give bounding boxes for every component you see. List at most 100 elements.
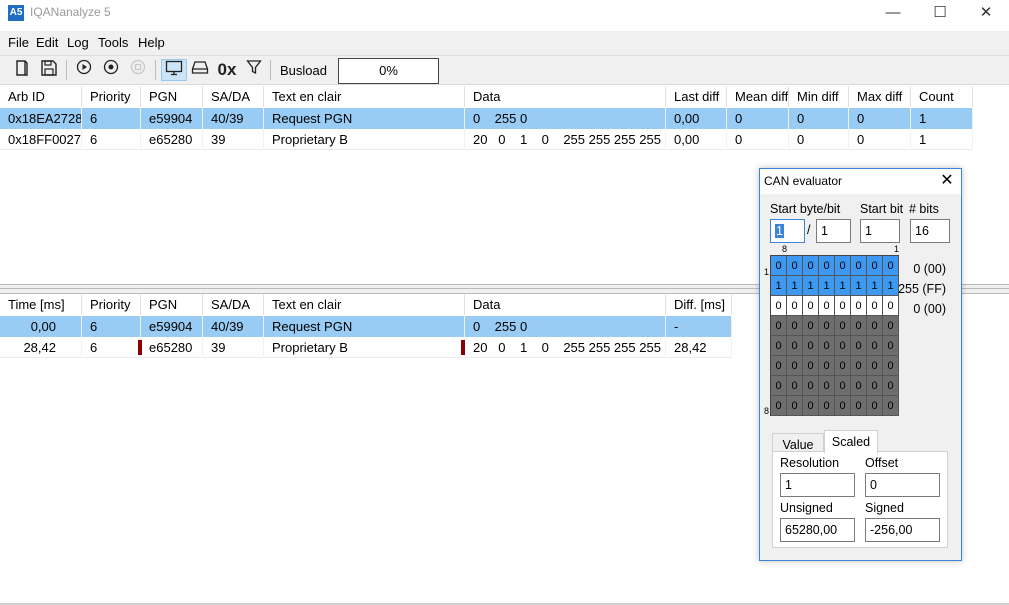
dialog-title-bar[interactable]: CAN evaluator ✕ — [760, 169, 961, 194]
bit-cell[interactable]: 1 — [771, 276, 787, 296]
bit-cell[interactable]: 0 — [819, 316, 835, 336]
save-log-icon[interactable] — [38, 59, 60, 81]
bit-cell[interactable]: 0 — [771, 316, 787, 336]
column-header[interactable]: Last diff — [666, 86, 727, 107]
bit-cell[interactable]: 0 — [851, 256, 867, 276]
menu-help[interactable]: Help — [138, 35, 165, 50]
table-row[interactable]: 0x18EA2728 6 e59904 40/39 Request PGN 0 … — [0, 108, 973, 129]
start-bit-input[interactable]: 1 — [860, 219, 900, 243]
bit-cell[interactable]: 0 — [771, 396, 787, 416]
hex-icon[interactable]: 0x — [214, 59, 240, 81]
bit-cell[interactable]: 0 — [835, 296, 851, 316]
bit-cell[interactable]: 1 — [835, 276, 851, 296]
bit-cell[interactable]: 0 — [867, 356, 883, 376]
bit-cell[interactable]: 0 — [787, 356, 803, 376]
bit-cell[interactable]: 0 — [819, 256, 835, 276]
column-header[interactable]: Diff. [ms] — [666, 294, 732, 315]
bit-cell[interactable]: 0 — [803, 336, 819, 356]
bit-cell[interactable]: 0 — [883, 376, 899, 396]
column-header[interactable]: Min diff — [789, 86, 849, 107]
bit-cell[interactable]: 0 — [771, 376, 787, 396]
bit-cell[interactable]: 0 — [835, 336, 851, 356]
bit-cell[interactable]: 0 — [819, 356, 835, 376]
bit-cell[interactable]: 0 — [771, 356, 787, 376]
bit-cell[interactable]: 0 — [787, 296, 803, 316]
column-header[interactable]: SA/DA — [203, 294, 264, 315]
bit-cell[interactable]: 0 — [803, 296, 819, 316]
column-header[interactable]: Priority — [82, 294, 141, 315]
bit-cell[interactable]: 0 — [883, 356, 899, 376]
drive-icon[interactable] — [189, 59, 211, 81]
bit-cell[interactable]: 0 — [867, 316, 883, 336]
bit-cell[interactable]: 0 — [883, 396, 899, 416]
bit-cell[interactable]: 0 — [819, 296, 835, 316]
bit-cell[interactable]: 0 — [867, 256, 883, 276]
bit-cell[interactable]: 0 — [851, 316, 867, 336]
bit-cell[interactable]: 0 — [883, 336, 899, 356]
bit-cell[interactable]: 0 — [835, 396, 851, 416]
bit-cell[interactable]: 0 — [819, 376, 835, 396]
column-header[interactable]: Priority — [82, 86, 141, 107]
resolution-input[interactable]: 1 — [780, 473, 855, 497]
bit-cell[interactable]: 0 — [835, 356, 851, 376]
bit-cell[interactable]: 0 — [867, 376, 883, 396]
bit-grid[interactable]: 0000000011111111000000000000000000000000… — [770, 255, 899, 416]
bit-cell[interactable]: 0 — [787, 316, 803, 336]
column-header[interactable]: PGN — [141, 294, 203, 315]
bit-cell[interactable]: 0 — [771, 256, 787, 276]
bit-cell[interactable]: 0 — [883, 256, 899, 276]
bit-cell[interactable]: 0 — [803, 356, 819, 376]
bit-cell[interactable]: 0 — [835, 376, 851, 396]
column-header[interactable]: Data — [465, 294, 666, 315]
column-header[interactable]: Data — [465, 86, 666, 107]
bit-cell[interactable]: 0 — [851, 396, 867, 416]
close-window-button[interactable]: ✕ — [963, 0, 1009, 28]
bit-cell[interactable]: 0 — [867, 336, 883, 356]
offset-input[interactable]: 0 — [865, 473, 940, 497]
start-bit-in-byte-input[interactable]: 1 — [816, 219, 851, 243]
bit-cell[interactable]: 0 — [851, 336, 867, 356]
menu-file[interactable]: File — [8, 35, 29, 50]
close-icon[interactable]: ✕ — [937, 171, 957, 191]
bit-cell[interactable]: 0 — [835, 316, 851, 336]
bit-cell[interactable]: 0 — [883, 296, 899, 316]
menu-log[interactable]: Log — [67, 35, 89, 50]
table-row[interactable]: 0,00 6 e59904 40/39 Request PGN 0 255 0 … — [0, 316, 732, 337]
monitor-icon[interactable] — [161, 59, 187, 81]
start-byte-input[interactable]: 1 — [770, 219, 805, 243]
bit-cell[interactable]: 1 — [851, 276, 867, 296]
column-header[interactable]: Mean diff — [727, 86, 789, 107]
bit-cell[interactable]: 0 — [883, 316, 899, 336]
menu-tools[interactable]: Tools — [98, 35, 128, 50]
bit-cell[interactable]: 0 — [787, 376, 803, 396]
bit-cell[interactable]: 0 — [867, 396, 883, 416]
menu-edit[interactable]: Edit — [36, 35, 58, 50]
bit-cell[interactable]: 0 — [835, 256, 851, 276]
column-header[interactable]: Time [ms] — [0, 294, 82, 315]
column-header[interactable]: SA/DA — [203, 86, 264, 107]
maximize-button[interactable]: ☐ — [917, 0, 963, 28]
bit-cell[interactable]: 1 — [803, 276, 819, 296]
table-row[interactable]: 28,42 6 e65280 39 Proprietary B 20 0 1 0… — [0, 337, 732, 358]
bit-cell[interactable]: 0 — [851, 356, 867, 376]
bit-cell[interactable]: 0 — [819, 336, 835, 356]
book-icon[interactable] — [11, 59, 33, 81]
bit-cell[interactable]: 0 — [819, 396, 835, 416]
column-header[interactable]: Max diff — [849, 86, 911, 107]
bit-cell[interactable]: 0 — [803, 316, 819, 336]
bit-cell[interactable]: 0 — [851, 376, 867, 396]
bit-cell[interactable]: 0 — [867, 296, 883, 316]
bit-cell[interactable]: 1 — [819, 276, 835, 296]
column-header[interactable]: Count — [911, 86, 973, 107]
bit-cell[interactable]: 1 — [787, 276, 803, 296]
bit-cell[interactable]: 1 — [867, 276, 883, 296]
bit-cell[interactable]: 1 — [883, 276, 899, 296]
record-icon[interactable] — [100, 59, 122, 81]
minimize-button[interactable]: — — [870, 0, 916, 28]
bit-cell[interactable]: 0 — [787, 336, 803, 356]
bit-cell[interactable]: 0 — [787, 396, 803, 416]
tab-scaled[interactable]: Scaled — [824, 430, 878, 453]
play-icon[interactable] — [73, 59, 95, 81]
column-header[interactable]: Text en clair — [264, 86, 465, 107]
column-header[interactable]: Arb ID — [0, 86, 82, 107]
